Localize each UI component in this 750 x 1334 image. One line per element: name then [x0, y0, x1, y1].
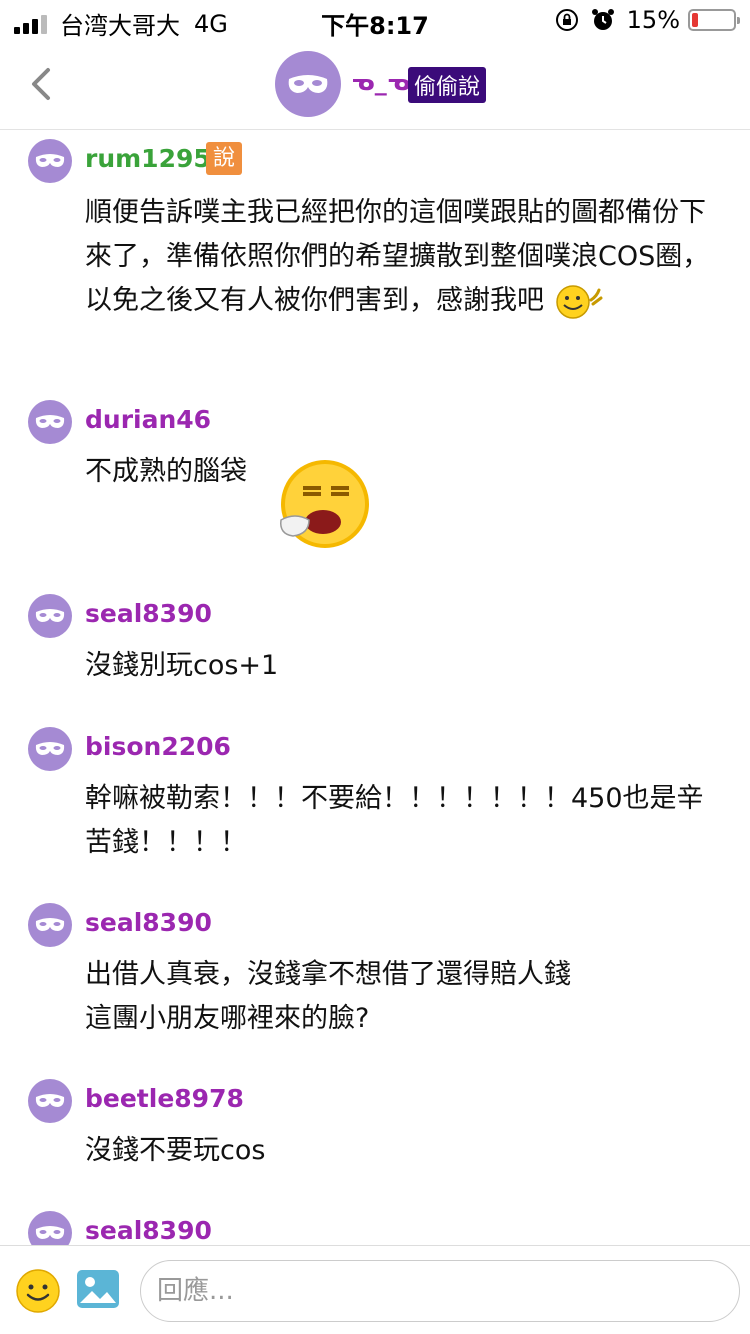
username[interactable]: seal8390	[85, 1216, 212, 1245]
mask-icon	[35, 918, 65, 931]
mask-icon	[35, 415, 65, 428]
plurk-header: ᓀ_ᓀ 偷偷說	[0, 40, 750, 130]
user-avatar[interactable]	[28, 400, 72, 444]
battery-fill	[692, 13, 698, 27]
user-avatar[interactable]	[28, 1211, 72, 1245]
username[interactable]: seal8390	[85, 599, 212, 628]
response-text: 不成熟的腦袋	[85, 456, 247, 487]
orientation-lock-icon	[555, 9, 578, 31]
mask-icon	[35, 742, 65, 755]
username[interactable]: bison2206	[85, 732, 231, 761]
username[interactable]: rum1295	[85, 144, 211, 173]
response-text: 順便告訴噗主我已經把你的這個噗跟貼的圖都備份下來了，準備依照你們的希望擴散到整個…	[85, 191, 725, 323]
smile-emoji-icon	[555, 284, 603, 319]
emoticon-button[interactable]	[15, 1268, 61, 1314]
response-text-body: 順便告訴噗主我已經把你的這個噗跟貼的圖都備份下來了，準備依照你們的希望擴散到整個…	[85, 197, 710, 316]
response-list[interactable]: rum1295 說 順便告訴噗主我已經把你的這個噗跟貼的圖都備份下來了，準備依照…	[0, 131, 750, 1245]
username[interactable]: durian46	[85, 405, 211, 434]
user-avatar[interactable]	[28, 903, 72, 947]
yawn-emoji-icon	[280, 460, 369, 548]
user-avatar[interactable]	[28, 727, 72, 771]
anonymous-badge: 偷偷說	[408, 67, 487, 103]
poster-name[interactable]: ᓀ_ᓀ	[351, 68, 410, 96]
user-avatar[interactable]	[28, 1079, 72, 1123]
response-text: 沒錢不要玩cos	[85, 1135, 266, 1166]
mask-icon	[35, 1094, 65, 1107]
poster-avatar[interactable]	[275, 51, 341, 117]
mask-icon	[35, 609, 65, 622]
image-upload-button[interactable]	[76, 1269, 120, 1309]
response-text: 幹嘛被勒索！！！不要給！！！！！！！450也是辛苦錢！！！！	[85, 783, 704, 858]
qualifier-badge: 說	[206, 142, 242, 175]
mask-icon	[35, 154, 65, 167]
battery-percent: 15%	[626, 6, 680, 34]
response-text: 出借人真衰，沒錢拿不想借了還得賠人錢 這團小朋友哪裡來的臉?	[85, 959, 571, 1034]
reply-input[interactable]	[140, 1260, 740, 1322]
back-button[interactable]	[22, 64, 62, 104]
response-text: 沒錢別玩cos+1	[85, 650, 279, 681]
status-bar: 台湾大哥大 4G 下午8:17 15%	[0, 0, 750, 40]
mask-icon	[288, 75, 328, 93]
battery-icon	[688, 9, 740, 31]
user-avatar[interactable]	[28, 139, 72, 183]
reply-bar	[0, 1245, 750, 1334]
username[interactable]: seal8390	[85, 908, 212, 937]
mask-icon	[35, 1226, 65, 1239]
username[interactable]: beetle8978	[85, 1084, 244, 1113]
user-avatar[interactable]	[28, 594, 72, 638]
alarm-icon	[591, 9, 614, 30]
